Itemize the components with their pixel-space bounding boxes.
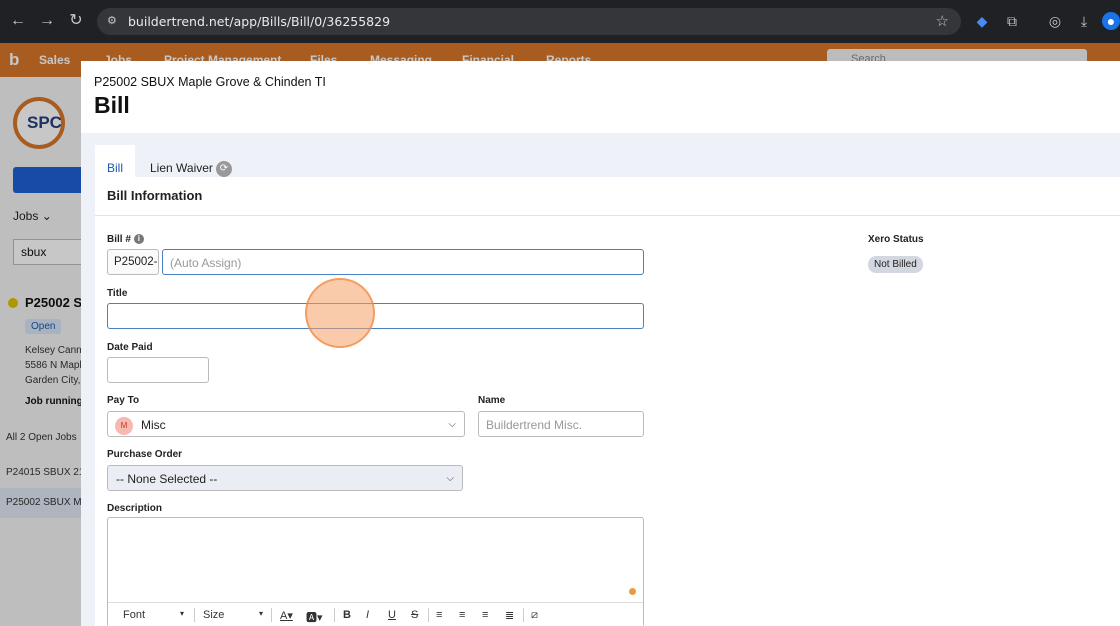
- site-info-icon[interactable]: ⚙: [107, 14, 121, 28]
- title-label: Title: [107, 288, 128, 299]
- info-icon[interactable]: i: [133, 234, 144, 245]
- align-center-icon[interactable]: ≡: [459, 609, 465, 621]
- chevron-down-icon: ⌵: [448, 419, 456, 430]
- performance-icon[interactable]: ◎: [1046, 12, 1064, 30]
- chevron-down-icon: ▾: [259, 609, 264, 618]
- purchase-order-select[interactable]: -- None Selected -- ⌵: [107, 465, 463, 491]
- section-title: Bill Information: [107, 188, 203, 203]
- reload-icon[interactable]: ↻: [66, 11, 86, 31]
- bookmark-star-icon[interactable]: ☆: [936, 12, 949, 30]
- name-input[interactable]: Buildertrend Misc.: [478, 411, 644, 437]
- profile-avatar-icon[interactable]: ●: [1102, 12, 1120, 30]
- xero-status-badge: Not Billed: [868, 256, 923, 273]
- purchase-order-label: Purchase Order: [107, 449, 183, 460]
- description-label: Description: [107, 503, 163, 514]
- name-label: Name: [478, 395, 506, 406]
- bill-modal: P25002 SBUX Maple Grove & Chinden TI Bil…: [81, 61, 1120, 626]
- chevron-down-icon: ▾: [180, 609, 185, 618]
- refresh-icon: ⟳: [215, 161, 232, 177]
- title-input[interactable]: [107, 303, 644, 329]
- bill-number-label: Bill # i: [107, 234, 144, 245]
- divider: [334, 608, 335, 622]
- italic-icon[interactable]: I: [366, 609, 369, 621]
- bill-number-prefix: P25002-: [107, 249, 159, 275]
- justify-icon[interactable]: ≣: [505, 609, 514, 622]
- xero-status-label: Xero Status: [868, 234, 924, 245]
- divider: [428, 608, 429, 622]
- date-paid-label: Date Paid: [107, 342, 153, 353]
- pay-to-label: Pay To: [107, 395, 140, 406]
- date-paid-input[interactable]: [107, 357, 209, 383]
- modal-title: Bill: [94, 92, 130, 118]
- strikethrough-icon[interactable]: S: [411, 609, 418, 621]
- modal-body: Bill Lien Waiver ⟳ Bill Information Bill …: [81, 133, 1120, 626]
- text-color-icon[interactable]: A▾: [280, 609, 293, 622]
- back-icon[interactable]: ←: [8, 11, 28, 31]
- divider: [95, 215, 1120, 216]
- chevron-down-icon: ⌵: [446, 473, 454, 484]
- divider: [523, 608, 524, 622]
- clear-format-icon[interactable]: ⧄: [531, 609, 538, 622]
- grammar-indicator-icon: [629, 588, 636, 595]
- bold-icon[interactable]: B: [343, 609, 351, 621]
- click-indicator: [305, 278, 375, 348]
- divider: [271, 608, 272, 622]
- extension-shield-icon[interactable]: ◆: [973, 12, 991, 30]
- extensions-puzzle-icon[interactable]: ⧉: [1003, 12, 1021, 30]
- align-right-icon[interactable]: ≡: [482, 609, 488, 621]
- underline-icon[interactable]: U: [388, 609, 396, 621]
- editor-toolbar: Font ▾ Size ▾ A▾ 🅰▾ B I U S ≡ ≡ ≡ ≣ ⧄: [108, 602, 643, 626]
- download-icon[interactable]: ⤓: [1075, 12, 1093, 30]
- purchase-order-value: -- None Selected --: [116, 472, 218, 486]
- browser-toolbar: ← → ↻ ⚙ buildertrend.net/app/Bills/Bill/…: [0, 0, 1120, 43]
- bill-information-card: Bill Information Bill # i P25002- (Auto A…: [95, 177, 1120, 626]
- modal-subtitle: P25002 SBUX Maple Grove & Chinden TI: [94, 75, 326, 89]
- divider: [194, 608, 195, 622]
- font-select[interactable]: Font: [123, 609, 145, 621]
- pay-to-value: Misc: [141, 418, 166, 432]
- size-select[interactable]: Size: [203, 609, 224, 621]
- bill-number-input[interactable]: (Auto Assign): [162, 249, 644, 275]
- align-left-icon[interactable]: ≡: [436, 609, 442, 621]
- url-text[interactable]: buildertrend.net/app/Bills/Bill/0/362558…: [128, 14, 390, 29]
- forward-icon[interactable]: →: [37, 11, 57, 31]
- highlight-color-icon[interactable]: 🅰▾: [306, 609, 323, 625]
- description-editor[interactable]: Font ▾ Size ▾ A▾ 🅰▾ B I U S ≡ ≡ ≡ ≣ ⧄: [107, 517, 644, 626]
- address-bar[interactable]: ⚙ buildertrend.net/app/Bills/Bill/0/3625…: [97, 8, 961, 35]
- vendor-avatar: M: [115, 417, 133, 435]
- pay-to-select[interactable]: M Misc ⌵: [107, 411, 465, 437]
